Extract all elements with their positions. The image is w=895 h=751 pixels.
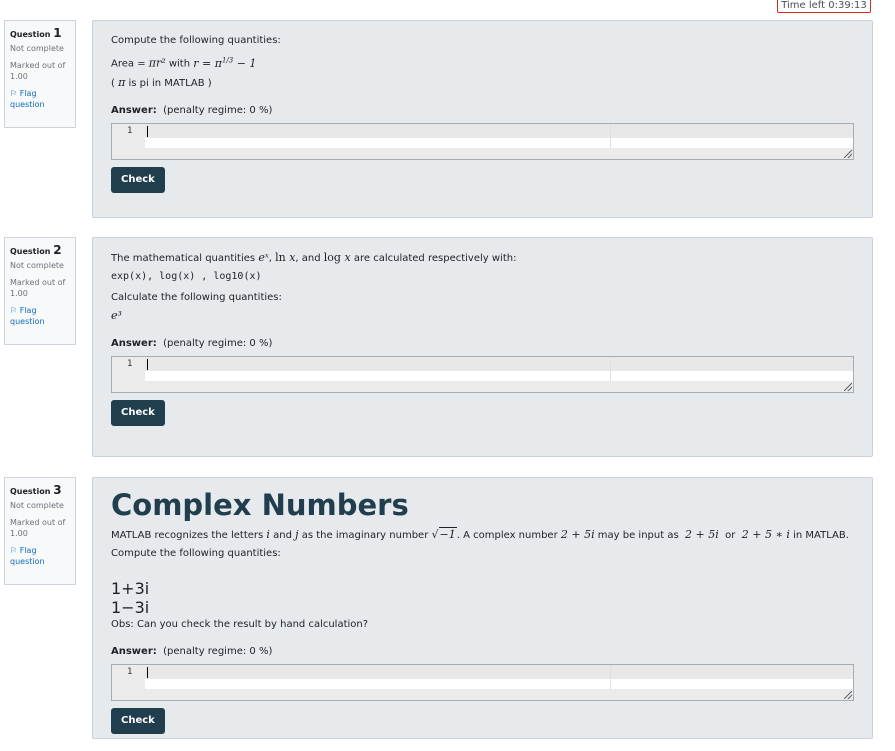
p1-mid3: may be input as [594,530,682,541]
check-button[interactable]: Check [111,166,165,193]
intro-pre: The mathematical quantities [111,253,259,264]
question-number-value: 2 [53,243,62,257]
check-button[interactable]: Check [111,400,165,426]
line-number: 1 [127,667,133,677]
question-info: Question 3 Not complete Marked out of 1.… [4,477,76,585]
editor-cursor [147,667,148,678]
question-info: Question 1 Not complete Marked out of 1.… [4,20,76,128]
math-exp: eˣ [258,251,269,264]
math-sqrt-neg1: √−1 [431,527,457,541]
question-state: Not complete [10,261,64,270]
math-log: log x [323,251,351,264]
p1-mid2: . A complex number [456,530,561,541]
question-grade: Marked out of 1.00 [10,61,66,81]
intro-post: are calculated respectively with: [350,253,517,264]
p1-mid: as the imaginary number [298,530,432,541]
math-e3: e³ [111,308,854,324]
flag-question-link[interactable]: ⚐ Flag question [10,88,71,110]
area-prefix: Area = [111,58,149,70]
answer-title: Answer: [111,646,157,657]
math-2-5-star-i: 2 + 5 ∗ i [741,528,790,541]
question-content: Complex Numbers MATLAB recognizes the le… [92,477,873,739]
area-with: with [165,58,194,70]
question-label: Question [10,30,51,39]
question-info: Question 2 Not complete Marked out of 1.… [4,237,76,345]
question-grade: Marked out of 1.00 [10,278,66,298]
area-formula: Area = πr² with r = π1/3 − 1 [111,53,854,72]
penalty-regime: (penalty regime: 0 %) [163,646,273,657]
resize-handle-icon[interactable] [844,383,852,391]
p1-post: in MATLAB. [789,530,849,541]
code-snippet: exp(x), log(x) , log10(x) [111,271,262,282]
editor-active-line [145,665,853,679]
resize-handle-icon[interactable] [844,149,852,158]
question-number-value: 1 [53,26,62,40]
fraction-expr [111,563,854,578]
complex-intro: MATLAB recognizes the letters i and j as… [111,527,854,543]
editor-print-margin [610,665,611,691]
editor-bottom-strip [112,147,853,159]
editor-bottom-strip [112,381,853,392]
math-2-5i-alt: 2 + 5i [685,528,719,541]
intro-mid2: , and [295,253,324,264]
editor-print-margin [610,123,611,150]
editor-bottom-strip [112,689,853,700]
answer-label: Answer: (penalty regime: 0 %) [111,646,854,657]
compute-text: Compute the following quantities: [111,548,281,559]
question-state: Not complete [10,501,64,510]
question-label: Question [10,247,51,256]
resize-handle-icon[interactable] [844,691,852,699]
obs-text: Obs: Can you check the result by hand ca… [111,619,369,630]
editor-cursor [147,359,148,370]
math-ln: ln x [275,251,296,264]
question-text: Compute the following quantities: [111,35,281,46]
math-pi-r2: πr² [148,56,166,70]
math-e3-expr: e³ [111,309,122,322]
penalty-regime: (penalty regime: 0 %) [163,104,273,116]
answer-label: Answer: (penalty regime: 0 %) [111,105,854,116]
flag-icon: ⚐ [10,546,20,555]
math-2-5i: 2 + 5i [560,528,595,541]
code-editor[interactable]: 1 [111,664,854,701]
question-text: The mathematical quantities eˣ, ln x, an… [111,250,854,266]
p1-or: or [721,530,739,541]
question-content: Compute the following quantities: Area =… [92,20,873,218]
answer-title: Answer: [111,104,157,116]
question-grade: Marked out of 1.00 [10,518,66,538]
line-number: 1 [127,359,133,369]
question-number-value: 3 [53,483,62,497]
flag-icon: ⚐ [10,89,20,98]
editor-cursor [147,125,148,137]
question-number: Question 3 [10,483,71,497]
flag-question-link[interactable]: ⚐ Flag question [10,305,71,327]
check-button[interactable]: Check [111,708,165,734]
pi-note: ( π is pi in MATLAB ) [111,75,854,91]
answer-label: Answer: (penalty regime: 0 %) [111,338,854,349]
editor-print-margin [610,357,611,383]
answer-title: Answer: [111,338,157,349]
editor-active-line [145,123,853,138]
editor-active-line [145,357,853,371]
quiz-timer: Time left 0:39:13 [777,0,871,13]
penalty-regime: (penalty regime: 0 %) [163,338,273,349]
code-editor[interactable]: 1 [111,122,854,160]
question-number: Question 2 [10,243,71,257]
question-number: Question 1 [10,26,71,40]
section-title: Complex Numbers [111,488,409,522]
p1-and: and [269,530,296,541]
pi-note-post: is pi in MATLAB ) [125,77,212,89]
flag-icon: ⚐ [10,306,20,315]
question-state: Not complete [10,44,64,53]
line-number: 1 [127,125,133,136]
math-r-def: r = π1/3 − 1 [193,56,257,70]
question-label: Question [10,487,51,496]
question-content: The mathematical quantities eˣ, ln x, an… [92,237,873,457]
flag-question-link[interactable]: ⚐ Flag question [10,545,71,567]
p1-pre: MATLAB recognizes the letters [111,530,267,541]
code-editor[interactable]: 1 [111,356,854,393]
calc-text: Calculate the following quantities: [111,292,282,303]
